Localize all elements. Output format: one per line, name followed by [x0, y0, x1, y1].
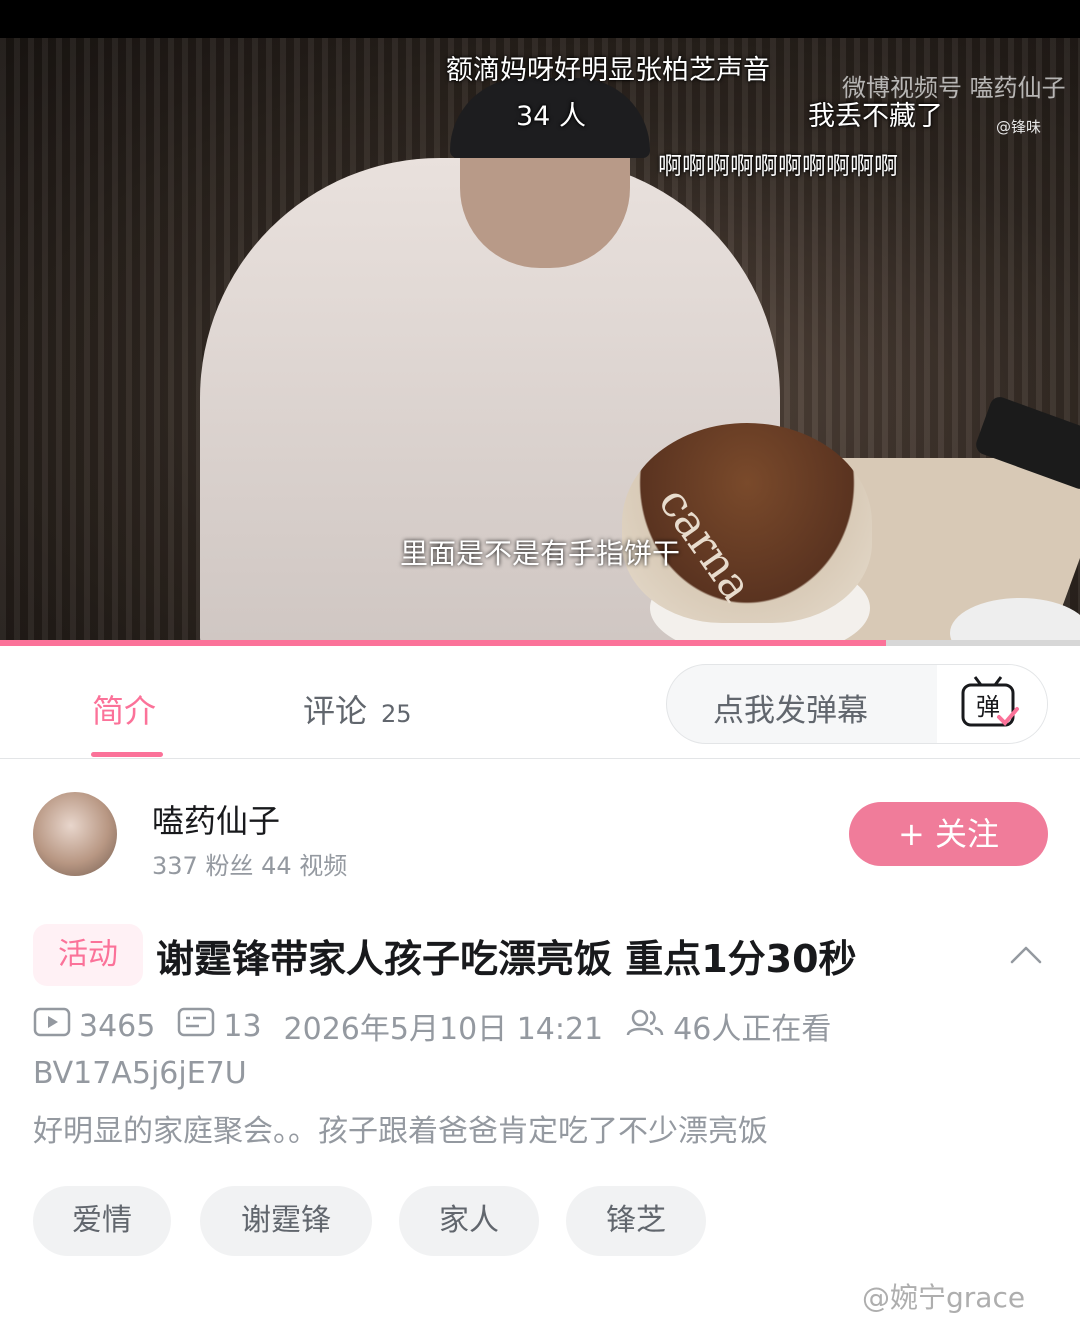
video-title: 谢霆锋带家人孩子吃漂亮饭 重点1分30秒 [156, 937, 857, 981]
watching-users-icon [625, 1007, 665, 1045]
chevron-up-icon[interactable] [1008, 936, 1044, 976]
tag-pill[interactable]: 锋芝 [566, 1186, 706, 1256]
tab-intro[interactable]: 简介 [92, 686, 156, 732]
tag-pill[interactable]: 爱情 [33, 1186, 171, 1256]
danmaku-toggle-icon[interactable]: 弹 [937, 665, 1047, 743]
danmaku-comment: 34 人 [516, 101, 586, 132]
tag-pill[interactable]: 家人 [399, 1186, 539, 1256]
video-description: 好明显的家庭聚会。。孩子跟着爸爸肯定吃了不少漂亮饭 [33, 1114, 768, 1149]
tab-active-indicator [91, 752, 163, 757]
video-watermark: 微博视频号 嗑药仙子 [842, 74, 1066, 102]
danmaku-count: 13 [223, 1008, 262, 1044]
avatar[interactable] [33, 792, 117, 876]
activity-badge[interactable]: 活动 [33, 924, 143, 986]
uploader-name[interactable]: 嗑药仙子 [152, 796, 280, 842]
tag-pill[interactable]: 谢霆锋 [200, 1186, 372, 1256]
tab-comments[interactable]: 评论 25 [303, 686, 412, 732]
danmaku-count-icon [177, 1007, 215, 1045]
video-watermark-handle: @锋味 [996, 118, 1042, 136]
tab-intro-label: 简介 [92, 692, 157, 730]
danmaku-comment: 啊啊啊啊啊啊啊啊啊啊 [658, 152, 898, 180]
tab-bar: 简介 评论 25 点我发弹幕 弹 [0, 646, 1080, 759]
publish-datetime: 2026年5月10日 14:21 [283, 1012, 604, 1047]
uploader-stats: 337 粉丝 44 视频 [152, 852, 348, 880]
tab-comments-label: 评论 [303, 692, 368, 730]
follow-button[interactable]: + 关注 [849, 802, 1048, 866]
video-meta: 3465 13 2026年5月10日 14:21 46人正在看 [33, 1004, 831, 1048]
footer-watermark: @婉宁grace [862, 1281, 1026, 1314]
play-count-icon [33, 1007, 71, 1045]
video-player[interactable]: carna 额滴妈呀好明显张柏芝声音 34 人 我丢不藏了 啊啊啊啊啊啊啊啊啊啊… [0, 38, 1080, 646]
watching-count: 46人正在看 [673, 1012, 832, 1047]
status-bar [0, 0, 1080, 38]
view-count: 3465 [79, 1008, 156, 1044]
danmaku-comment: 额滴妈呀好明显张柏芝声音 [446, 55, 770, 86]
danmaku-icon-glyph: 弹 [976, 693, 1000, 721]
bvid: BV17A5j6jE7U [33, 1056, 247, 1091]
video-subtitle: 里面是不是有手指饼干 [399, 537, 680, 570]
comments-count: 25 [381, 700, 412, 728]
danmaku-input-placeholder: 点我发弹幕 [713, 693, 868, 729]
danmaku-input[interactable]: 点我发弹幕 弹 [666, 664, 1048, 744]
